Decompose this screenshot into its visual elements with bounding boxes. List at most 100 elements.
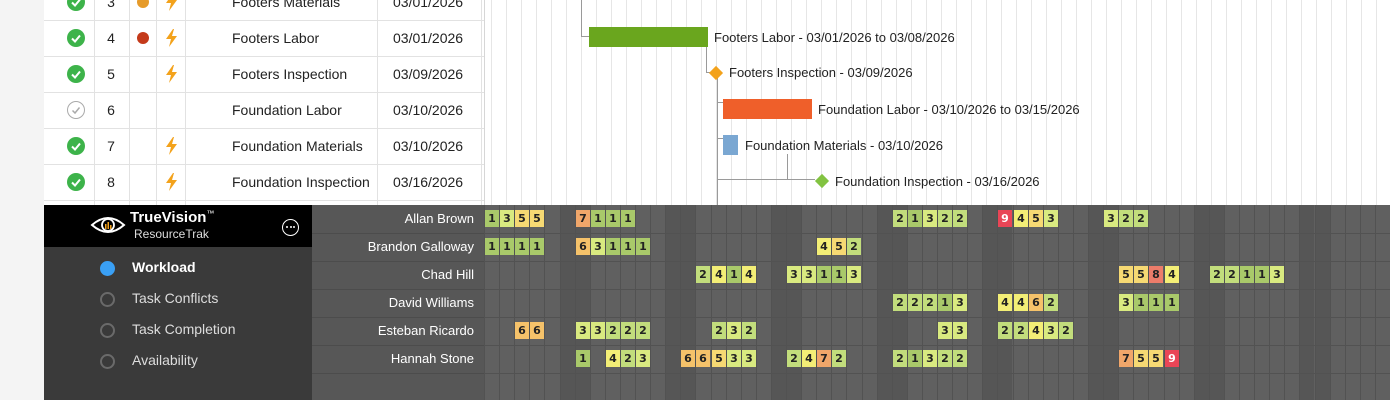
checkmark-icon[interactable] (67, 173, 85, 191)
workload-cell[interactable]: 4 (1014, 294, 1028, 311)
workload-cell[interactable]: 4 (712, 266, 726, 283)
workload-cell[interactable]: 1 (576, 350, 590, 367)
resource-name[interactable]: David Williams (389, 295, 474, 310)
workload-cell[interactable]: 5 (1134, 266, 1148, 283)
resource-name[interactable]: Brandon Galloway (368, 239, 474, 254)
workload-cell[interactable]: 2 (953, 350, 967, 367)
gantt-bar[interactable] (723, 135, 738, 155)
task-row[interactable]: 6 Foundation Labor 03/10/2026 (44, 92, 484, 129)
task-row[interactable]: 7 Foundation Materials 03/10/2026 (44, 128, 484, 165)
workload-cell[interactable]: 2 (893, 210, 907, 227)
workload-cell[interactable]: 1 (621, 238, 635, 255)
workload-cell[interactable]: 1 (817, 266, 831, 283)
resource-name[interactable]: Chad Hill (421, 267, 474, 282)
workload-cell[interactable]: 7 (817, 350, 831, 367)
workload-cell[interactable]: 2 (742, 322, 756, 339)
workload-cell[interactable]: 6 (1029, 294, 1043, 311)
workload-cell[interactable]: 2 (998, 322, 1012, 339)
milestone-icon[interactable] (814, 173, 830, 189)
workload-cell[interactable]: 2 (908, 294, 922, 311)
workload-cell[interactable]: 1 (1240, 266, 1254, 283)
workload-cell[interactable]: 3 (1044, 210, 1058, 227)
workload-cell[interactable]: 3 (742, 350, 756, 367)
workload-cell[interactable]: 3 (727, 322, 741, 339)
workload-cell[interactable]: 2 (1014, 322, 1028, 339)
workload-cell[interactable]: 1 (938, 294, 952, 311)
workload-cell[interactable]: 2 (938, 350, 952, 367)
workload-cell[interactable]: 2 (1059, 322, 1073, 339)
workload-cell[interactable]: 1 (500, 238, 514, 255)
workload-cell[interactable]: 6 (696, 350, 710, 367)
workload-cell[interactable]: 1 (591, 210, 605, 227)
radio-button-icon[interactable] (100, 261, 115, 276)
workload-cell[interactable]: 2 (1119, 210, 1133, 227)
workload-cell[interactable]: 4 (1029, 322, 1043, 339)
workload-cell[interactable]: 1 (515, 238, 529, 255)
gantt-bar[interactable] (723, 99, 812, 119)
workload-cell[interactable]: 6 (576, 238, 590, 255)
workload-cell[interactable]: 2 (787, 350, 801, 367)
workload-cell[interactable]: 1 (636, 238, 650, 255)
workload-cell[interactable]: 2 (636, 322, 650, 339)
workload-cell[interactable]: 2 (621, 350, 635, 367)
resource-name[interactable]: Hannah Stone (391, 351, 474, 366)
workload-cell[interactable]: 1 (606, 210, 620, 227)
radio-button-icon[interactable] (100, 292, 115, 307)
workload-cell[interactable]: 2 (893, 294, 907, 311)
checkmark-icon[interactable] (67, 0, 85, 11)
checkmark-icon[interactable] (67, 65, 85, 83)
workload-cell[interactable]: 1 (485, 238, 499, 255)
workload-cell[interactable]: 4 (802, 350, 816, 367)
resource-name[interactable]: Allan Brown (405, 211, 474, 226)
workload-cell[interactable]: 1 (727, 266, 741, 283)
workload-cell[interactable]: 2 (1225, 266, 1239, 283)
radio-button-icon[interactable] (100, 354, 115, 369)
workload-cell[interactable]: 8 (1149, 266, 1163, 283)
workload-cell[interactable]: 1 (908, 350, 922, 367)
workload-cell[interactable]: 1 (1255, 266, 1269, 283)
workload-cell[interactable]: 3 (938, 322, 952, 339)
workload-cell[interactable]: 2 (1210, 266, 1224, 283)
workload-cell[interactable]: 3 (847, 266, 861, 283)
more-icon[interactable] (282, 219, 299, 236)
workload-cell[interactable]: 6 (530, 322, 544, 339)
workload-cell[interactable]: 3 (591, 238, 605, 255)
workload-cell[interactable]: 7 (576, 210, 590, 227)
workload-cell[interactable]: 4 (817, 238, 831, 255)
workload-cell[interactable]: 6 (681, 350, 695, 367)
workload-cell[interactable]: 3 (923, 210, 937, 227)
workload-cell[interactable]: 3 (923, 350, 937, 367)
workload-cell[interactable]: 1 (1134, 294, 1148, 311)
workload-cell[interactable]: 4 (606, 350, 620, 367)
workload-cell[interactable]: 4 (742, 266, 756, 283)
task-row[interactable]: 3 Footers Materials 03/01/2026 (44, 0, 484, 21)
radio-button-icon[interactable] (100, 323, 115, 338)
workload-cell[interactable]: 3 (500, 210, 514, 227)
workload-cell[interactable]: 1 (530, 238, 544, 255)
milestone-icon[interactable] (708, 65, 724, 81)
workload-cell[interactable]: 2 (938, 210, 952, 227)
workload-cell[interactable]: 2 (847, 238, 861, 255)
workload-cell[interactable]: 3 (1119, 294, 1133, 311)
workload-cell[interactable]: 2 (893, 350, 907, 367)
workload-cell[interactable]: 3 (1104, 210, 1118, 227)
task-row[interactable]: 5 Footers Inspection 03/09/2026 (44, 56, 484, 93)
workload-cell[interactable]: 5 (1119, 266, 1133, 283)
workload-cell[interactable]: 1 (1149, 294, 1163, 311)
workload-cell[interactable]: 9 (1165, 350, 1179, 367)
task-row[interactable]: 8 Foundation Inspection 03/16/2026 (44, 164, 484, 201)
workload-cell[interactable]: 5 (530, 210, 544, 227)
task-row[interactable]: 4 Footers Labor 03/01/2026 (44, 20, 484, 57)
workload-cell[interactable]: 4 (1165, 266, 1179, 283)
checkmark-icon[interactable] (67, 137, 85, 155)
workload-cell[interactable]: 1 (1165, 294, 1179, 311)
checkmark-icon[interactable] (67, 29, 85, 47)
workload-cell[interactable]: 2 (696, 266, 710, 283)
workload-cell[interactable]: 3 (953, 294, 967, 311)
workload-cell[interactable]: 2 (606, 322, 620, 339)
workload-cell[interactable]: 2 (621, 322, 635, 339)
workload-cell[interactable]: 1 (908, 210, 922, 227)
workload-cell[interactable]: 3 (1270, 266, 1284, 283)
workload-cell[interactable]: 3 (576, 322, 590, 339)
workload-cell[interactable]: 6 (515, 322, 529, 339)
